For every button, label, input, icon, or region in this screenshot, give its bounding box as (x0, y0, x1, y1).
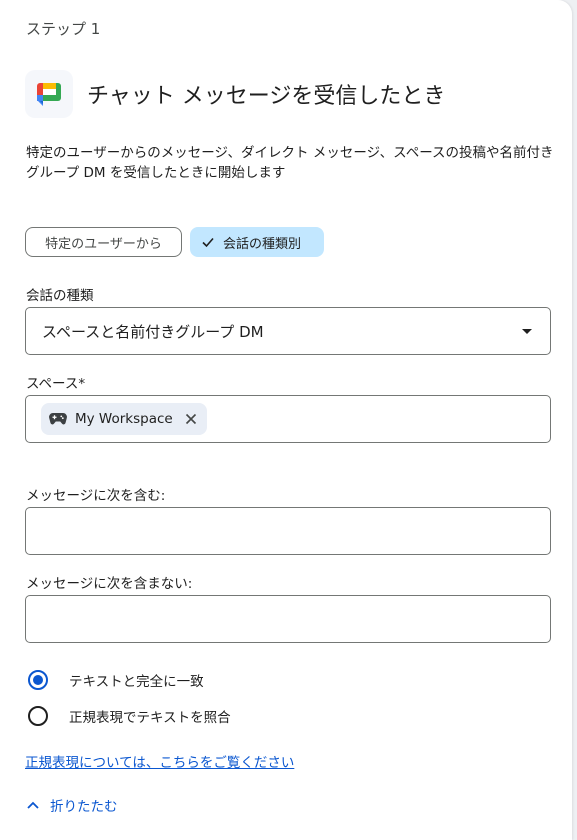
radio-regex[interactable] (28, 706, 48, 726)
google-chat-icon (37, 83, 61, 106)
match-regex-option[interactable]: 正規表現でテキストを照合 (28, 706, 231, 726)
not-contains-label: メッセージに次を含まない: (26, 576, 193, 592)
trigger-description: 特定のユーザーからのメッセージ、ダイレクト メッセージ、スペースの投稿や名前付き… (26, 145, 554, 181)
space-chip[interactable]: My Workspace (41, 403, 207, 435)
conversation-type-label: 会話の種類 (26, 288, 94, 304)
space-chip-name: My Workspace (75, 411, 173, 427)
not-contains-input[interactable] (25, 595, 551, 643)
match-exact-label: テキストと完全に一致 (69, 674, 204, 690)
dropdown-arrow-icon (522, 329, 532, 334)
conversation-type-select[interactable]: スペースと名前付きグループ DM (25, 307, 551, 355)
filter-chip-conversation-type-label: 会話の種類別 (223, 236, 302, 252)
check-icon (201, 235, 215, 249)
match-exact-option[interactable]: テキストと完全に一致 (28, 670, 204, 690)
step-label: ステップ 1 (26, 20, 101, 38)
trigger-icon-container (25, 70, 73, 118)
conversation-type-value: スペースと名前付きグループ DM (42, 323, 264, 341)
collapse-label: 折りたたむ (50, 799, 118, 815)
filter-chip-conversation-type[interactable]: 会話の種類別 (190, 227, 324, 257)
filter-chip-from-user-label: 特定のユーザーから (45, 236, 162, 252)
step-panel: ステップ 1 チャット メッセージを受信したとき 特定のユーザーからのメッセージ… (0, 0, 572, 840)
trigger-title: チャット メッセージを受信したとき (87, 84, 446, 109)
contains-label: メッセージに次を含む: (26, 488, 166, 504)
regex-help-link[interactable]: 正規表現については、こちらをご覧ください (25, 751, 294, 771)
filter-chip-from-user[interactable]: 特定のユーザーから (25, 227, 182, 257)
spaces-input[interactable]: My Workspace (25, 395, 551, 443)
radio-exact[interactable] (28, 670, 48, 690)
gamepad-icon (49, 413, 67, 425)
contains-input[interactable] (25, 507, 551, 555)
close-icon[interactable] (185, 413, 197, 425)
spaces-label: スペース* (26, 376, 86, 392)
chevron-up-icon (27, 801, 39, 809)
collapse-button[interactable]: 折りたたむ (26, 795, 118, 815)
match-regex-label: 正規表現でテキストを照合 (69, 710, 231, 726)
